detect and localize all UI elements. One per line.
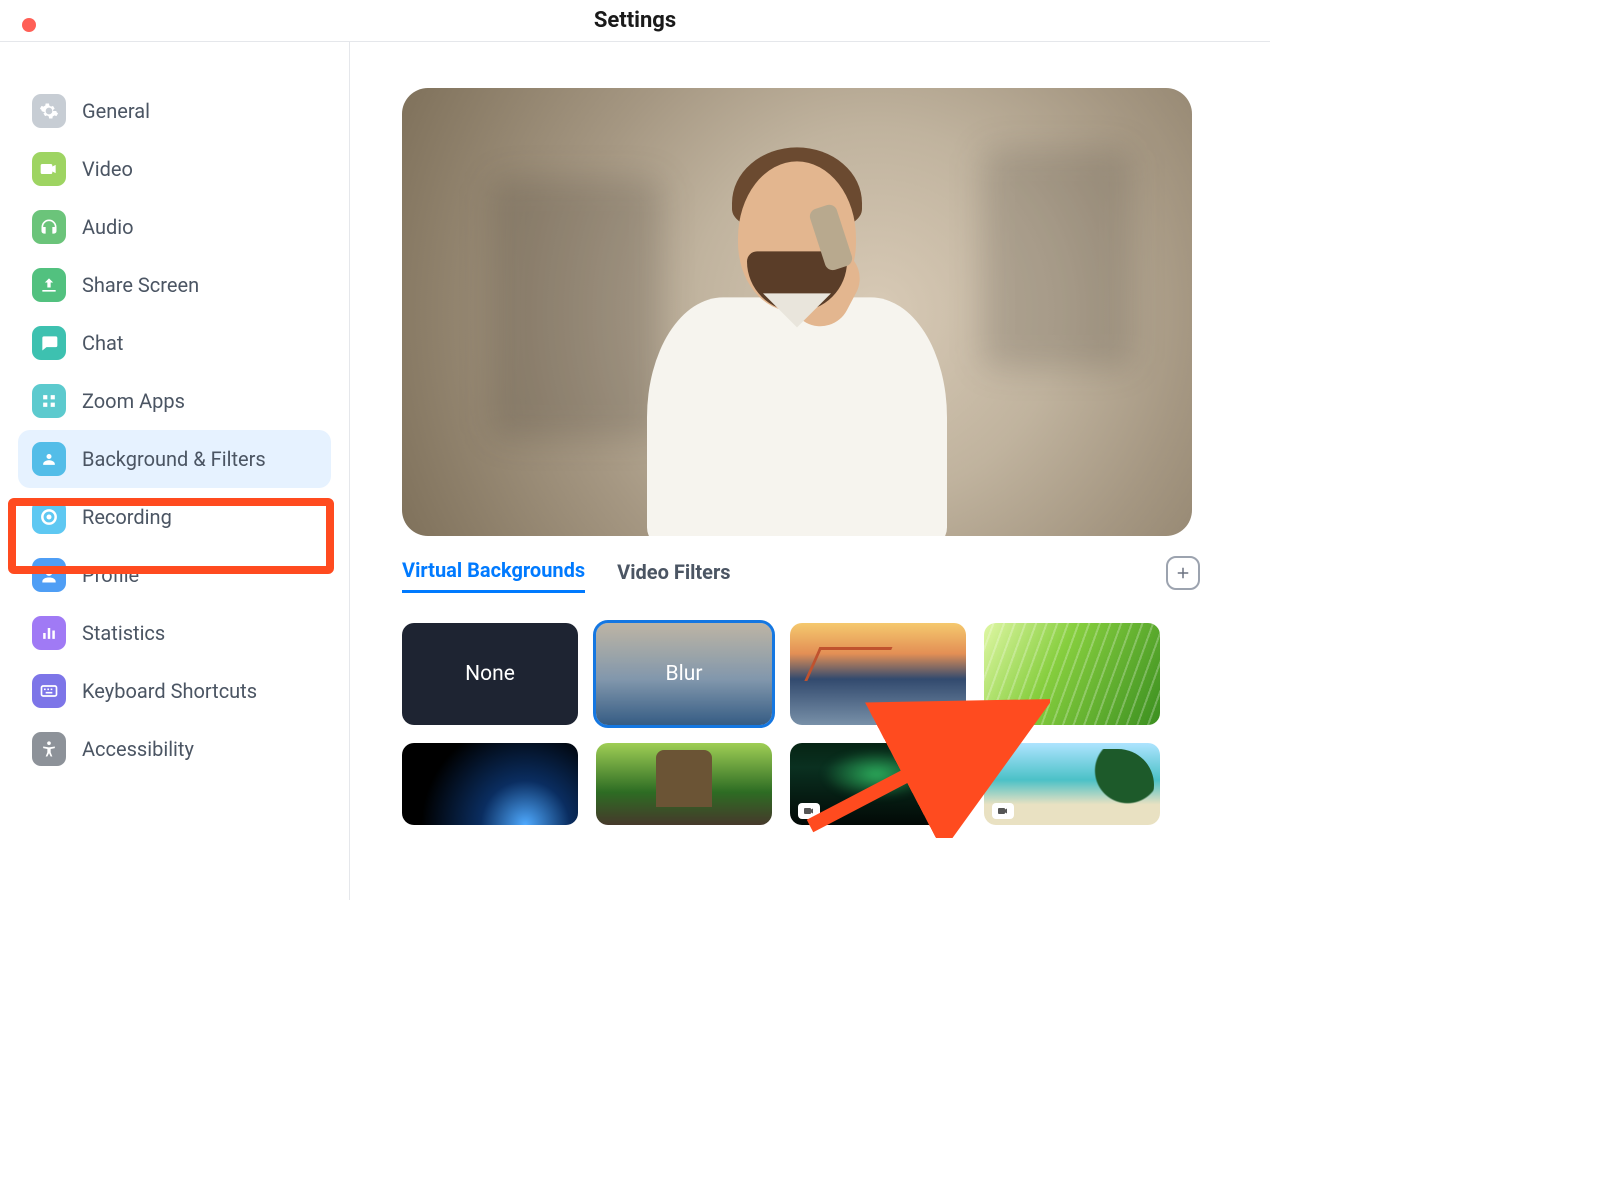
apps-icon xyxy=(32,384,66,418)
window-title: Settings xyxy=(594,8,676,33)
sidebar-item-label: Statistics xyxy=(82,621,165,645)
sidebar-item-label: General xyxy=(82,99,150,123)
gear-icon xyxy=(32,94,66,128)
sidebar-item-label: Background & Filters xyxy=(82,447,266,471)
window-titlebar: Settings xyxy=(0,0,1270,42)
background-option-beach[interactable] xyxy=(984,743,1160,825)
background-option-label: None xyxy=(465,662,515,686)
bar-chart-icon xyxy=(32,616,66,650)
sidebar-item-audio[interactable]: Audio xyxy=(18,198,331,256)
sidebar-item-label: Profile xyxy=(82,563,139,587)
sidebar-item-zoom-apps[interactable]: Zoom Apps xyxy=(18,372,331,430)
background-option-jurassic-park[interactable] xyxy=(596,743,772,825)
settings-sidebar: General Video Audio Share Screen Chat xyxy=(0,42,350,900)
headphones-icon xyxy=(32,210,66,244)
background-option-blur[interactable]: Blur xyxy=(596,623,772,725)
sidebar-item-keyboard-shortcuts[interactable]: Keyboard Shortcuts xyxy=(18,662,331,720)
sidebar-item-label: Share Screen xyxy=(82,273,199,297)
video-preview xyxy=(402,88,1192,536)
sidebar-item-video[interactable]: Video xyxy=(18,140,331,198)
record-icon xyxy=(32,500,66,534)
video-background-icon xyxy=(798,803,820,819)
video-background-icon xyxy=(992,803,1014,819)
sidebar-item-label: Accessibility xyxy=(82,737,194,761)
settings-main-panel: Virtual Backgrounds Video Filters None B… xyxy=(350,42,1270,900)
upload-icon xyxy=(32,268,66,302)
background-option-earth[interactable] xyxy=(402,743,578,825)
sidebar-item-label: Keyboard Shortcuts xyxy=(82,679,257,703)
person-icon xyxy=(32,558,66,592)
sidebar-item-share-screen[interactable]: Share Screen xyxy=(18,256,331,314)
video-camera-icon xyxy=(32,152,66,186)
sidebar-item-recording[interactable]: Recording xyxy=(18,488,331,546)
keyboard-icon xyxy=(32,674,66,708)
portrait-icon xyxy=(32,442,66,476)
sidebar-item-chat[interactable]: Chat xyxy=(18,314,331,372)
sidebar-item-label: Chat xyxy=(82,331,123,355)
sidebar-item-label: Zoom Apps xyxy=(82,389,185,413)
background-option-golden-gate[interactable] xyxy=(790,623,966,725)
sidebar-item-general[interactable]: General xyxy=(18,82,331,140)
tab-video-filters[interactable]: Video Filters xyxy=(617,560,730,592)
background-option-none[interactable]: None xyxy=(402,623,578,725)
sidebar-item-background-filters[interactable]: Background & Filters xyxy=(18,430,331,488)
background-tabs: Virtual Backgrounds Video Filters xyxy=(402,558,1192,593)
background-option-label: Blur xyxy=(666,662,703,686)
background-option-grass[interactable] xyxy=(984,623,1160,725)
sidebar-item-accessibility[interactable]: Accessibility xyxy=(18,720,331,778)
sidebar-item-label: Audio xyxy=(82,215,134,239)
tab-virtual-backgrounds[interactable]: Virtual Backgrounds xyxy=(402,558,585,593)
sidebar-item-statistics[interactable]: Statistics xyxy=(18,604,331,662)
sidebar-item-label: Recording xyxy=(82,505,172,529)
add-background-button[interactable] xyxy=(1166,556,1200,590)
chat-bubble-icon xyxy=(32,326,66,360)
plus-icon xyxy=(1174,564,1192,582)
sidebar-item-profile[interactable]: Profile xyxy=(18,546,331,604)
close-window-button[interactable] xyxy=(22,18,36,32)
virtual-backgrounds-grid: None Blur xyxy=(402,623,1192,825)
sidebar-item-label: Video xyxy=(82,157,133,181)
background-option-aurora[interactable] xyxy=(790,743,966,825)
accessibility-icon xyxy=(32,732,66,766)
